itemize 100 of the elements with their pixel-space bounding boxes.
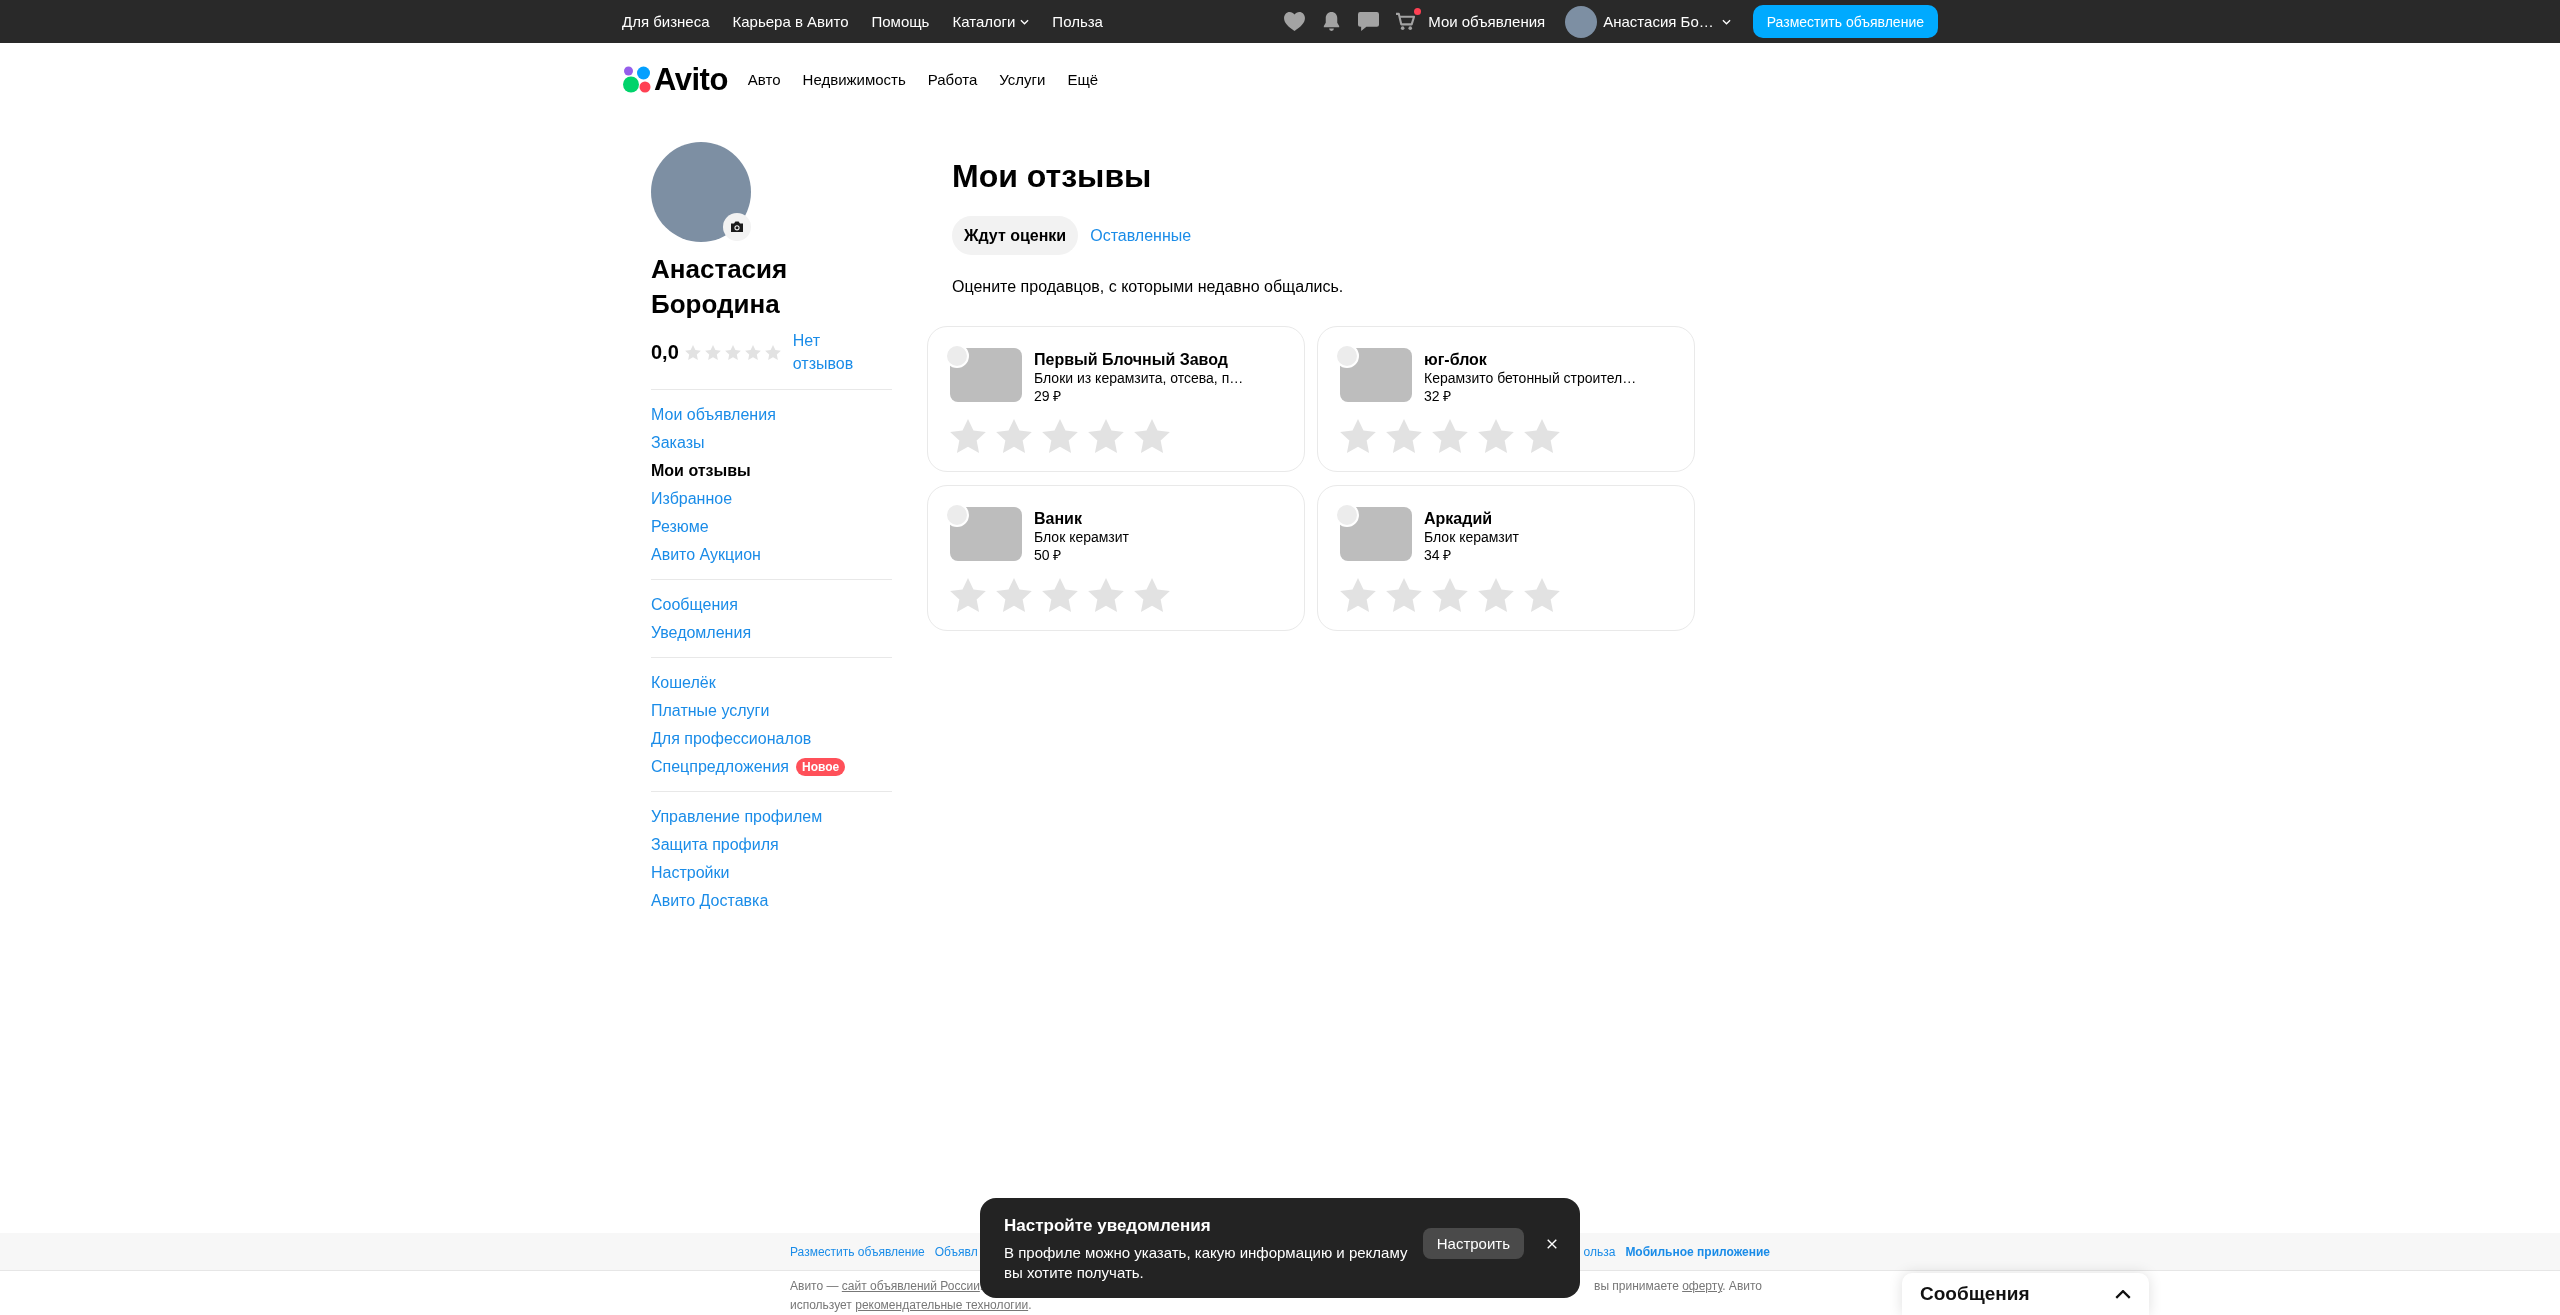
sidebar-link[interactable]: Резюме xyxy=(651,513,709,541)
star-icon[interactable] xyxy=(1088,578,1124,612)
sidebar-link[interactable]: Спецпредложения xyxy=(651,753,789,781)
star-icon[interactable] xyxy=(950,419,986,453)
star-icon[interactable] xyxy=(1042,419,1078,453)
product-photo-placeholder[interactable] xyxy=(1340,348,1412,402)
product-photo-placeholder[interactable] xyxy=(950,507,1022,561)
sidebar-link[interactable]: Платные услуги xyxy=(651,697,770,725)
logo-text[interactable]: Avito xyxy=(654,63,728,95)
chat-bubble-icon[interactable] xyxy=(1358,12,1380,31)
category-link[interactable]: Ещё xyxy=(1067,70,1099,88)
top-nav-link[interactable]: Каталоги xyxy=(952,13,1030,30)
star-icon[interactable] xyxy=(1340,578,1376,612)
footer-link[interactable]: Мобильное приложение xyxy=(1625,1244,1770,1259)
messages-panel-button[interactable]: Сообщения xyxy=(1902,1273,2149,1315)
star-icon[interactable] xyxy=(1524,419,1560,453)
sidebar-link[interactable]: Для профессионалов xyxy=(651,725,812,753)
footer-link[interactable]: Разместить объявление xyxy=(790,1244,925,1259)
star-icon[interactable] xyxy=(1478,578,1514,612)
sidebar-link[interactable]: Мои объявления xyxy=(651,401,776,429)
sidebar-link[interactable]: Мои отзывы xyxy=(651,457,751,485)
top-nav-link[interactable]: Для бизнеса xyxy=(622,13,710,30)
sidebar-link[interactable]: Сообщения xyxy=(651,591,738,619)
star-icon[interactable] xyxy=(996,419,1032,453)
top-nav-link[interactable]: Польза xyxy=(1052,13,1103,30)
chevron-down-icon xyxy=(1020,18,1030,25)
rating-value: 0,0 xyxy=(651,340,679,364)
legal-text: использует рекомендательные технологии. xyxy=(790,1297,1032,1314)
new-badge: Новое xyxy=(796,758,846,776)
category-link[interactable]: Авто xyxy=(747,70,781,88)
star-icon[interactable] xyxy=(1042,578,1078,612)
star-icon[interactable] xyxy=(1432,419,1468,453)
chevron-up-icon xyxy=(2115,1289,2131,1299)
user-avatar-placeholder[interactable] xyxy=(1565,5,1598,38)
item-description: Блок керамзит xyxy=(1034,528,1129,546)
category-link[interactable]: Работа xyxy=(927,70,978,88)
product-photo-placeholder[interactable] xyxy=(950,348,1022,402)
my-ads-link[interactable]: Мои объявления xyxy=(1428,13,1546,30)
star-icon xyxy=(744,344,761,360)
chevron-down-icon xyxy=(1721,18,1731,25)
star-icon[interactable] xyxy=(996,578,1032,612)
setup-button[interactable]: Настроить xyxy=(1422,1228,1524,1259)
item-description: Блок керамзит xyxy=(1424,528,1519,546)
category-link[interactable]: Услуги xyxy=(999,70,1046,88)
star-icon[interactable] xyxy=(1432,578,1468,612)
star-icon xyxy=(704,344,721,360)
toast-text: В профиле можно указать, какую информацию и рекламу вы хотите получать. xyxy=(1004,1243,1409,1283)
page-title: Мои отзывы xyxy=(952,157,1153,195)
footer-link[interactable]: ольза xyxy=(1583,1244,1616,1259)
user-menu-link[interactable]: Анастасия Бо… xyxy=(1603,13,1731,30)
star-icon[interactable] xyxy=(950,578,986,612)
star-icon[interactable] xyxy=(1088,419,1124,453)
sidebar-link[interactable]: Авито Аукцион xyxy=(651,541,761,569)
cart-icon[interactable] xyxy=(1395,12,1417,31)
item-price: 50 ₽ xyxy=(1034,546,1063,564)
legal-text: вы принимаете оферту. Авито xyxy=(1594,1278,1762,1295)
camera-icon[interactable] xyxy=(723,213,751,241)
star-icon xyxy=(724,344,741,360)
seller-name[interactable]: Аркадий xyxy=(1424,509,1519,528)
post-ad-button[interactable]: Разместить объявление xyxy=(1752,5,1938,38)
legal-link[interactable]: сайт объявлений России xyxy=(841,1279,980,1293)
sidebar-link[interactable]: Кошелёк xyxy=(651,669,716,697)
heart-icon[interactable] xyxy=(1284,12,1306,31)
sidebar-link[interactable]: Настройки xyxy=(651,859,730,887)
star-icon[interactable] xyxy=(1134,419,1170,453)
star-icon[interactable] xyxy=(1386,419,1422,453)
seller-name[interactable]: Первый Блочный Завод xyxy=(1034,350,1244,369)
item-price: 34 ₽ xyxy=(1424,546,1453,564)
reviews-link[interactable]: Нет отзывов xyxy=(792,329,873,375)
product-photo-placeholder[interactable] xyxy=(1340,507,1412,561)
toast-title: Настройте уведомления xyxy=(1004,1215,1212,1237)
top-nav-link[interactable]: Карьера в Авито xyxy=(732,13,849,30)
top-nav-link[interactable]: Помощь xyxy=(871,13,930,30)
item-price: 29 ₽ xyxy=(1034,387,1063,405)
sidebar-link[interactable]: Заказы xyxy=(651,429,705,457)
tab[interactable]: Ждут оценки xyxy=(952,216,1079,255)
sidebar-link[interactable]: Управление профилем xyxy=(651,803,823,831)
seller-name[interactable]: юг-блок xyxy=(1424,350,1637,369)
star-icon xyxy=(684,344,701,360)
close-icon[interactable] xyxy=(1546,1238,1558,1250)
sidebar-link[interactable]: Избранное xyxy=(651,485,733,513)
star-icon[interactable] xyxy=(1478,419,1514,453)
star-icon[interactable] xyxy=(1524,578,1560,612)
dots-logo-icon[interactable] xyxy=(622,65,652,93)
star-icon[interactable] xyxy=(1134,578,1170,612)
star-icon xyxy=(764,344,781,360)
seller-name[interactable]: Ваник xyxy=(1034,509,1129,528)
sidebar-link[interactable]: Уведомления xyxy=(651,619,752,647)
tab[interactable]: Оставленные xyxy=(1078,216,1204,255)
item-price: 32 ₽ xyxy=(1424,387,1453,405)
category-link[interactable]: Недвижимость xyxy=(802,70,906,88)
footer-link[interactable]: Объявл xyxy=(934,1244,978,1259)
notification-dot-icon xyxy=(1414,8,1422,15)
profile-name: Анастасия Бородина xyxy=(651,253,789,321)
sidebar-link[interactable]: Защита профиля xyxy=(651,831,779,859)
sidebar-link[interactable]: Авито Доставка xyxy=(651,887,769,915)
legal-text: Авито — сайт объявлений России. xyxy=(790,1278,984,1295)
star-icon[interactable] xyxy=(1340,419,1376,453)
item-description: Керамзито бетонный строител… xyxy=(1424,369,1637,387)
star-icon[interactable] xyxy=(1386,578,1422,612)
